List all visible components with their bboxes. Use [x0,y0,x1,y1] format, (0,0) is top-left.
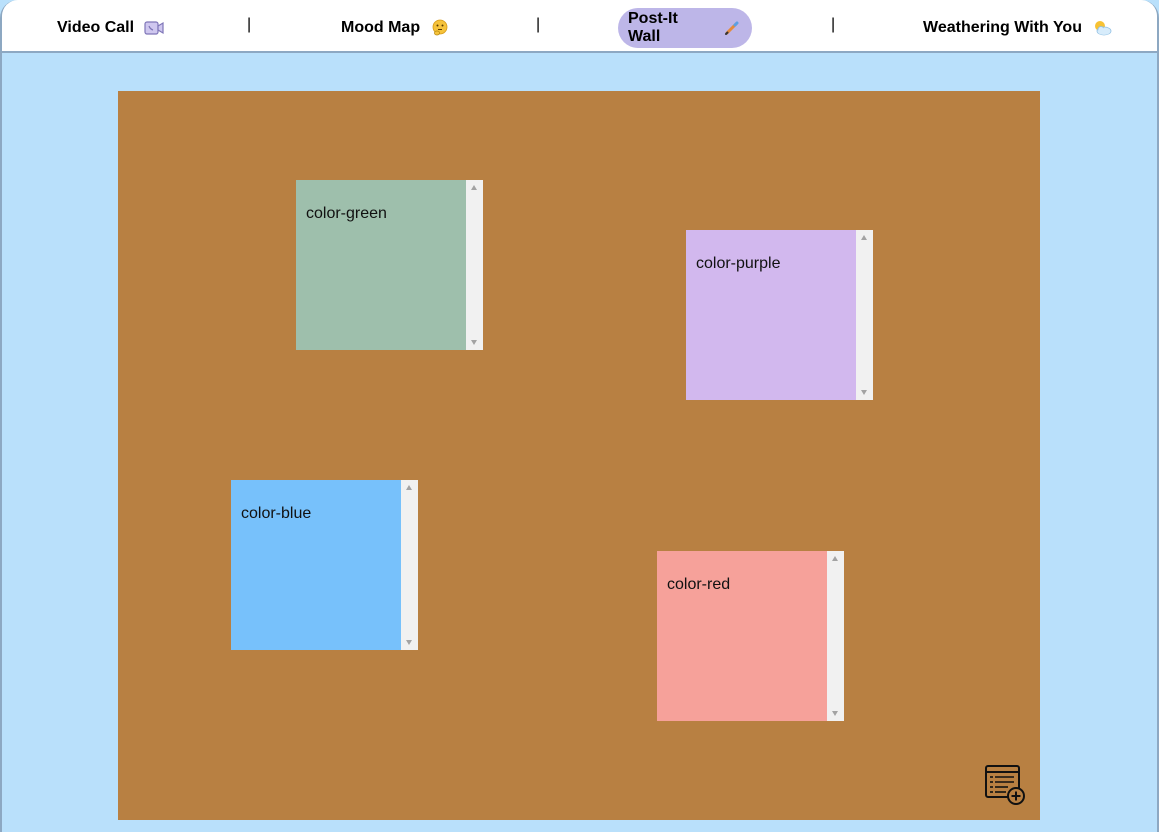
sticky-note-green[interactable]: color-green [296,180,483,350]
app-window: Video Call | Mood Map | Post-It Wall | W… [0,0,1159,832]
note-text[interactable]: color-green [296,180,466,350]
scroll-up-arrow-icon[interactable] [406,485,412,490]
top-navigation: Video Call | Mood Map | Post-It Wall | W… [2,0,1157,53]
thinking-face-icon [430,18,450,38]
scroll-down-arrow-icon[interactable] [832,711,838,716]
note-text[interactable]: color-purple [686,230,856,400]
nav-item-label: Post-It Wall [628,10,678,45]
nav-item-label: Weathering With You [923,19,1082,36]
sticky-note-red[interactable]: color-red [657,551,844,721]
nav-item-label: Mood Map [341,19,421,36]
nav-item-label: Video Call [57,19,135,36]
sticky-note-blue[interactable]: color-blue [231,480,418,650]
add-note-icon[interactable] [984,764,1026,806]
video-camera-icon [144,18,164,38]
pencil-icon [722,18,742,38]
scroll-down-arrow-icon[interactable] [471,340,477,345]
scroll-down-arrow-icon[interactable] [406,640,412,645]
note-scrollbar[interactable] [466,180,483,350]
note-text[interactable]: color-blue [231,480,401,650]
note-text[interactable]: color-red [657,551,827,721]
sticky-note-purple[interactable]: color-purple [686,230,873,400]
note-scrollbar[interactable] [856,230,873,400]
nav-separator: | [831,16,836,33]
post-it-board: color-green color-purple color-blue colo… [118,91,1040,820]
nav-item-mood-map[interactable]: Mood Map [331,8,460,48]
sun-behind-cloud-icon [1092,18,1112,38]
note-scrollbar[interactable] [401,480,418,650]
scroll-up-arrow-icon[interactable] [861,235,867,240]
scroll-up-arrow-icon[interactable] [832,556,838,561]
nav-separator: | [536,16,541,33]
note-scrollbar[interactable] [827,551,844,721]
nav-item-video-call[interactable]: Video Call [47,8,174,48]
nav-item-post-it-wall[interactable]: Post-It Wall [618,8,752,48]
scroll-up-arrow-icon[interactable] [471,185,477,190]
scroll-down-arrow-icon[interactable] [861,390,867,395]
nav-separator: | [247,16,252,33]
nav-item-weathering-with-you[interactable]: Weathering With You [913,8,1122,48]
